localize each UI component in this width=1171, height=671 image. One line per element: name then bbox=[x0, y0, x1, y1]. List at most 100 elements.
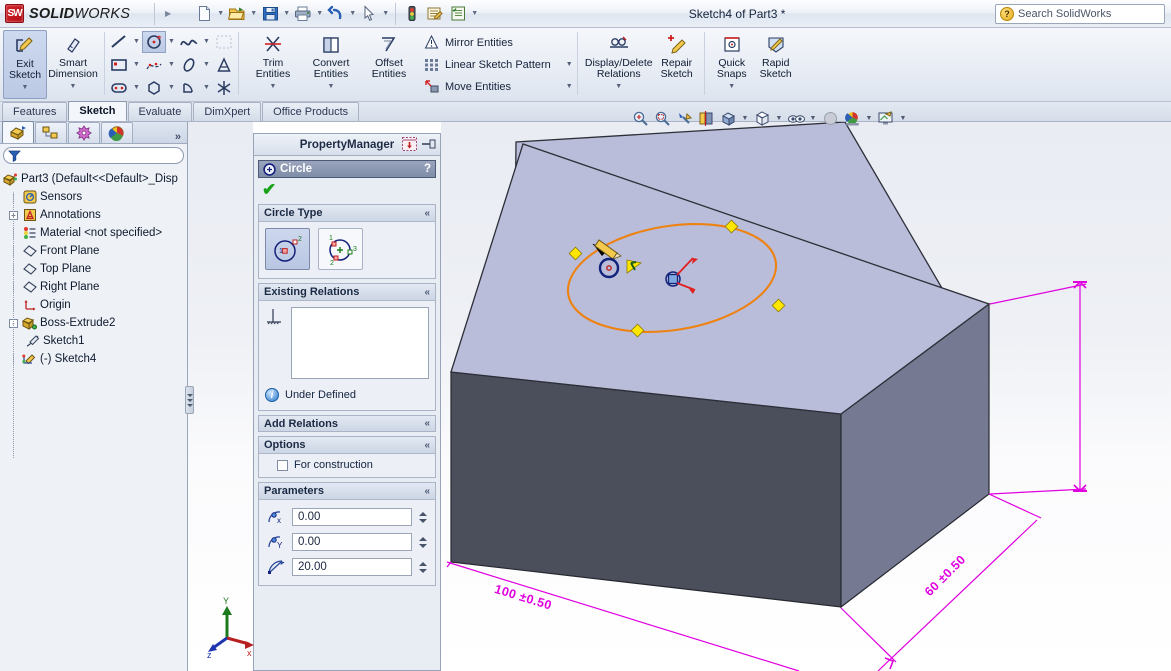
sketch-fillet-pattern-icon[interactable] bbox=[212, 31, 236, 53]
move-entities-dropdown[interactable]: ▼ bbox=[556, 83, 573, 90]
spline-points-tool-icon[interactable] bbox=[142, 54, 166, 76]
convert-entities-button[interactable]: Convert Entities ▼ bbox=[302, 30, 360, 99]
collapse-chevron-icon[interactable]: « bbox=[424, 208, 430, 219]
spline-tool-icon[interactable] bbox=[177, 31, 201, 53]
configuration-manager-tab[interactable] bbox=[68, 122, 100, 143]
tab-office-products[interactable]: Office Products bbox=[262, 102, 360, 121]
collapse-chevron-icon[interactable]: « bbox=[424, 486, 430, 497]
select-dropdown[interactable]: ▼ bbox=[381, 3, 390, 25]
open-document-dropdown[interactable]: ▼ bbox=[249, 3, 258, 25]
new-document-icon[interactable] bbox=[193, 3, 215, 25]
property-manager-help-button[interactable]: ? bbox=[424, 163, 431, 175]
exit-sketch-button[interactable]: Exit Sketch ▼ bbox=[3, 30, 47, 99]
view-orientation-dropdown[interactable]: ▼ bbox=[740, 107, 750, 129]
zoom-to-area-icon[interactable] bbox=[652, 107, 672, 129]
property-manager-tab[interactable] bbox=[35, 122, 67, 143]
convert-entities-dropdown[interactable]: ▼ bbox=[328, 81, 335, 92]
trim-entities-button[interactable]: Trim Entities ▼ bbox=[244, 30, 302, 99]
tree-item-sensors[interactable]: │ Sensors bbox=[3, 188, 187, 206]
zoom-to-fit-icon[interactable] bbox=[630, 107, 650, 129]
mirror-entities-button[interactable]: Mirror Entities bbox=[423, 33, 573, 53]
section-view-icon[interactable] bbox=[696, 107, 716, 129]
point-tool-icon[interactable] bbox=[212, 77, 236, 99]
open-document-icon[interactable] bbox=[226, 3, 248, 25]
display-style-dropdown[interactable]: ▼ bbox=[774, 107, 784, 129]
section-add-relations-header[interactable]: Add Relations « bbox=[258, 415, 436, 432]
arc-tool-icon[interactable] bbox=[177, 77, 201, 99]
circle-tool-dropdown[interactable]: ▼ bbox=[166, 31, 177, 53]
slot-tool-dropdown[interactable]: ▼ bbox=[131, 77, 142, 99]
print-document-dropdown[interactable]: ▼ bbox=[315, 3, 324, 25]
display-style-icon[interactable] bbox=[752, 107, 772, 129]
tree-item-right-plane[interactable]: │ Right Plane bbox=[3, 278, 187, 296]
radius-input[interactable]: 20.00 bbox=[292, 558, 412, 576]
radius-spinner[interactable] bbox=[417, 558, 429, 576]
section-existing-relations-header[interactable]: Existing Relations « bbox=[259, 284, 435, 301]
pin-button[interactable] bbox=[420, 136, 437, 152]
customize-icon[interactable] bbox=[447, 3, 469, 25]
existing-relations-list[interactable] bbox=[291, 307, 429, 379]
tree-root-part3[interactable]: Part3 (Default<<Default>_Disp bbox=[3, 170, 187, 188]
auto-show-button[interactable] bbox=[401, 136, 418, 152]
model-viewport[interactable] bbox=[441, 122, 1171, 671]
apply-scene-dropdown[interactable]: ▼ bbox=[864, 107, 874, 129]
collapse-chevron-icon[interactable]: « bbox=[424, 440, 430, 451]
feature-manager-tab[interactable] bbox=[2, 121, 34, 143]
offset-entities-button[interactable]: Offset Entities bbox=[360, 30, 418, 99]
linear-sketch-pattern-dropdown[interactable]: ▼ bbox=[556, 61, 573, 68]
perimeter-circle-option[interactable]: 1 2 3 bbox=[318, 228, 363, 270]
display-delete-relations-button[interactable]: Display/Delete Relations ▼ bbox=[583, 30, 655, 99]
feature-tree-filter-input[interactable] bbox=[3, 147, 184, 164]
rebuild-icon[interactable] bbox=[401, 3, 423, 25]
previous-view-icon[interactable] bbox=[674, 107, 694, 129]
collapse-chevron-icon[interactable]: « bbox=[424, 418, 430, 429]
spline-tool-dropdown[interactable]: ▼ bbox=[201, 31, 212, 53]
save-document-icon[interactable] bbox=[259, 3, 281, 25]
undo-dropdown[interactable]: ▼ bbox=[348, 3, 357, 25]
tree-item-annotations[interactable]: + Annotations bbox=[3, 206, 187, 224]
line-tool-dropdown[interactable]: ▼ bbox=[131, 31, 142, 53]
for-construction-row[interactable]: For construction bbox=[265, 459, 429, 471]
tab-sketch[interactable]: Sketch bbox=[68, 101, 127, 121]
polygon-tool-icon[interactable] bbox=[142, 77, 166, 99]
center-y-spinner[interactable] bbox=[417, 533, 429, 551]
ok-check-button[interactable]: ✔ bbox=[262, 181, 276, 198]
polygon-tool-dropdown[interactable]: ▼ bbox=[166, 77, 177, 99]
graphics-area[interactable]: 30 ±0.50 100 ±0.50 60 ±0.50 bbox=[441, 122, 1171, 671]
save-document-dropdown[interactable]: ▼ bbox=[282, 3, 291, 25]
customize-dropdown[interactable]: ▼ bbox=[470, 3, 479, 25]
quick-snaps-dropdown[interactable]: ▼ bbox=[728, 81, 735, 92]
circle-tool-icon[interactable] bbox=[142, 30, 166, 53]
tree-item-sketch4[interactable]: │ (-) Sketch4 bbox=[3, 350, 187, 368]
spline-points-dropdown[interactable]: ▼ bbox=[166, 54, 177, 76]
hide-show-items-dropdown[interactable]: ▼ bbox=[808, 107, 818, 129]
section-parameters-header[interactable]: Parameters « bbox=[259, 483, 435, 500]
undo-icon[interactable] bbox=[325, 3, 347, 25]
move-entities-button[interactable]: Move Entities ▼ bbox=[423, 77, 573, 97]
center-x-input[interactable]: 0.00 bbox=[292, 508, 412, 526]
smart-dimension-dropdown[interactable]: ▼ bbox=[70, 81, 77, 92]
tab-evaluate[interactable]: Evaluate bbox=[127, 102, 193, 121]
slot-tool-icon[interactable] bbox=[107, 77, 131, 99]
display-manager-tab[interactable] bbox=[101, 122, 133, 143]
for-construction-checkbox[interactable] bbox=[277, 459, 288, 471]
center-x-spinner[interactable] bbox=[417, 508, 429, 526]
smart-dimension-button[interactable]: Smart Dimension ▼ bbox=[47, 30, 99, 99]
trim-entities-dropdown[interactable]: ▼ bbox=[270, 81, 277, 92]
edit-appearance-icon[interactable] bbox=[820, 107, 840, 129]
exit-sketch-dropdown[interactable]: ▼ bbox=[22, 82, 29, 93]
panel-splitter-handle[interactable] bbox=[185, 386, 194, 414]
search-solidworks-input[interactable]: ? Search SolidWorks bbox=[995, 3, 1165, 24]
quick-snaps-button[interactable]: Quick Snaps ▼ bbox=[710, 30, 754, 99]
rapid-sketch-button[interactable]: Rapid Sketch bbox=[754, 30, 798, 99]
arc-tool-dropdown[interactable]: ▼ bbox=[201, 77, 212, 99]
ellipse-tool-dropdown[interactable]: ▼ bbox=[201, 54, 212, 76]
ellipse-tool-icon[interactable] bbox=[177, 54, 201, 76]
manager-tabs-overflow-chevron[interactable]: » bbox=[175, 131, 187, 143]
tree-item-sketch1[interactable]: Sketch1 bbox=[3, 332, 187, 350]
new-document-dropdown[interactable]: ▼ bbox=[216, 3, 225, 25]
apply-scene-icon[interactable] bbox=[842, 107, 862, 129]
tree-item-material[interactable]: │ Material <not specified> bbox=[3, 224, 187, 242]
print-document-icon[interactable] bbox=[292, 3, 314, 25]
display-delete-relations-dropdown[interactable]: ▼ bbox=[615, 81, 622, 92]
